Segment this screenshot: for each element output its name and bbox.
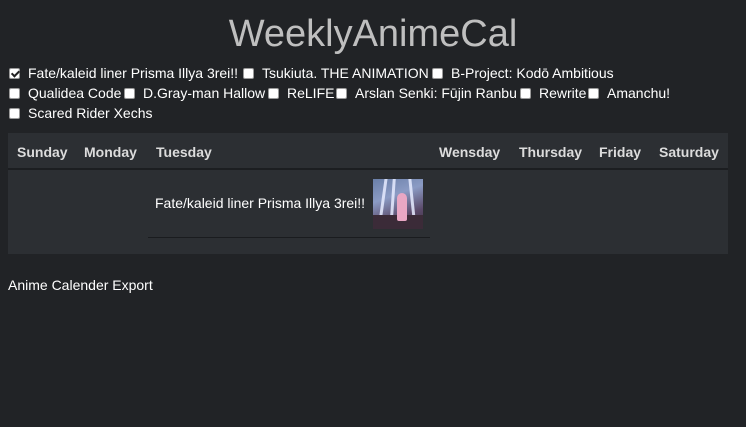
show-checkbox-0[interactable]: [9, 68, 20, 79]
page-title: WeeklyAnimeCal: [228, 13, 518, 55]
show-label-2: B-Project: Kodō Ambitious: [451, 65, 614, 81]
show-label-7: Rewrite: [539, 85, 587, 101]
show-label-1: Tsukiuta. THE ANIMATION: [262, 65, 429, 81]
calendar-cell-divider: [148, 237, 430, 238]
show-label-8: Amanchu!: [607, 85, 671, 101]
show-label-0: Fate/kaleid liner Prisma Illya 3rei!!: [28, 65, 239, 81]
day-header-thursday: Thursday: [519, 144, 583, 160]
show-label-5: ReLIFE: [287, 85, 335, 101]
show-label-9: Scared Rider Xechs: [28, 105, 153, 121]
show-checkbox-6[interactable]: [336, 88, 347, 99]
day-header-wednesday: Wensday: [439, 144, 501, 160]
show-checkbox-3[interactable]: [9, 88, 20, 99]
show-checkbox-1[interactable]: [243, 68, 254, 79]
show-checkbox-5[interactable]: [268, 88, 279, 99]
export-link[interactable]: Anime Calender Export: [8, 277, 153, 293]
show-checkbox-8[interactable]: [588, 88, 599, 99]
show-label-6: Arslan Senki: Fūjin Ranbu: [355, 85, 517, 101]
calendar-header-row: Sunday Monday Tuesday Wensday Thursday F…: [8, 133, 728, 170]
anime-thumbnail-icon[interactable]: [373, 179, 423, 229]
show-label-3: Qualidea Code: [28, 85, 122, 101]
show-checkbox-7[interactable]: [520, 88, 531, 99]
show-checkbox-9[interactable]: [9, 108, 20, 119]
day-header-tuesday: Tuesday: [156, 144, 212, 160]
show-checkbox-4[interactable]: [124, 88, 135, 99]
day-header-friday: Friday: [599, 144, 642, 160]
day-header-saturday: Saturday: [659, 144, 719, 160]
day-header-sunday: Sunday: [17, 144, 68, 160]
calendar-entry-title[interactable]: Fate/kaleid liner Prisma Illya 3rei!!: [155, 195, 365, 211]
day-header-monday: Monday: [84, 144, 137, 160]
show-checkbox-2[interactable]: [432, 68, 443, 79]
show-label-4: D.Gray-man Hallow: [143, 85, 266, 101]
weekly-calendar: Sunday Monday Tuesday Wensday Thursday F…: [8, 133, 728, 254]
